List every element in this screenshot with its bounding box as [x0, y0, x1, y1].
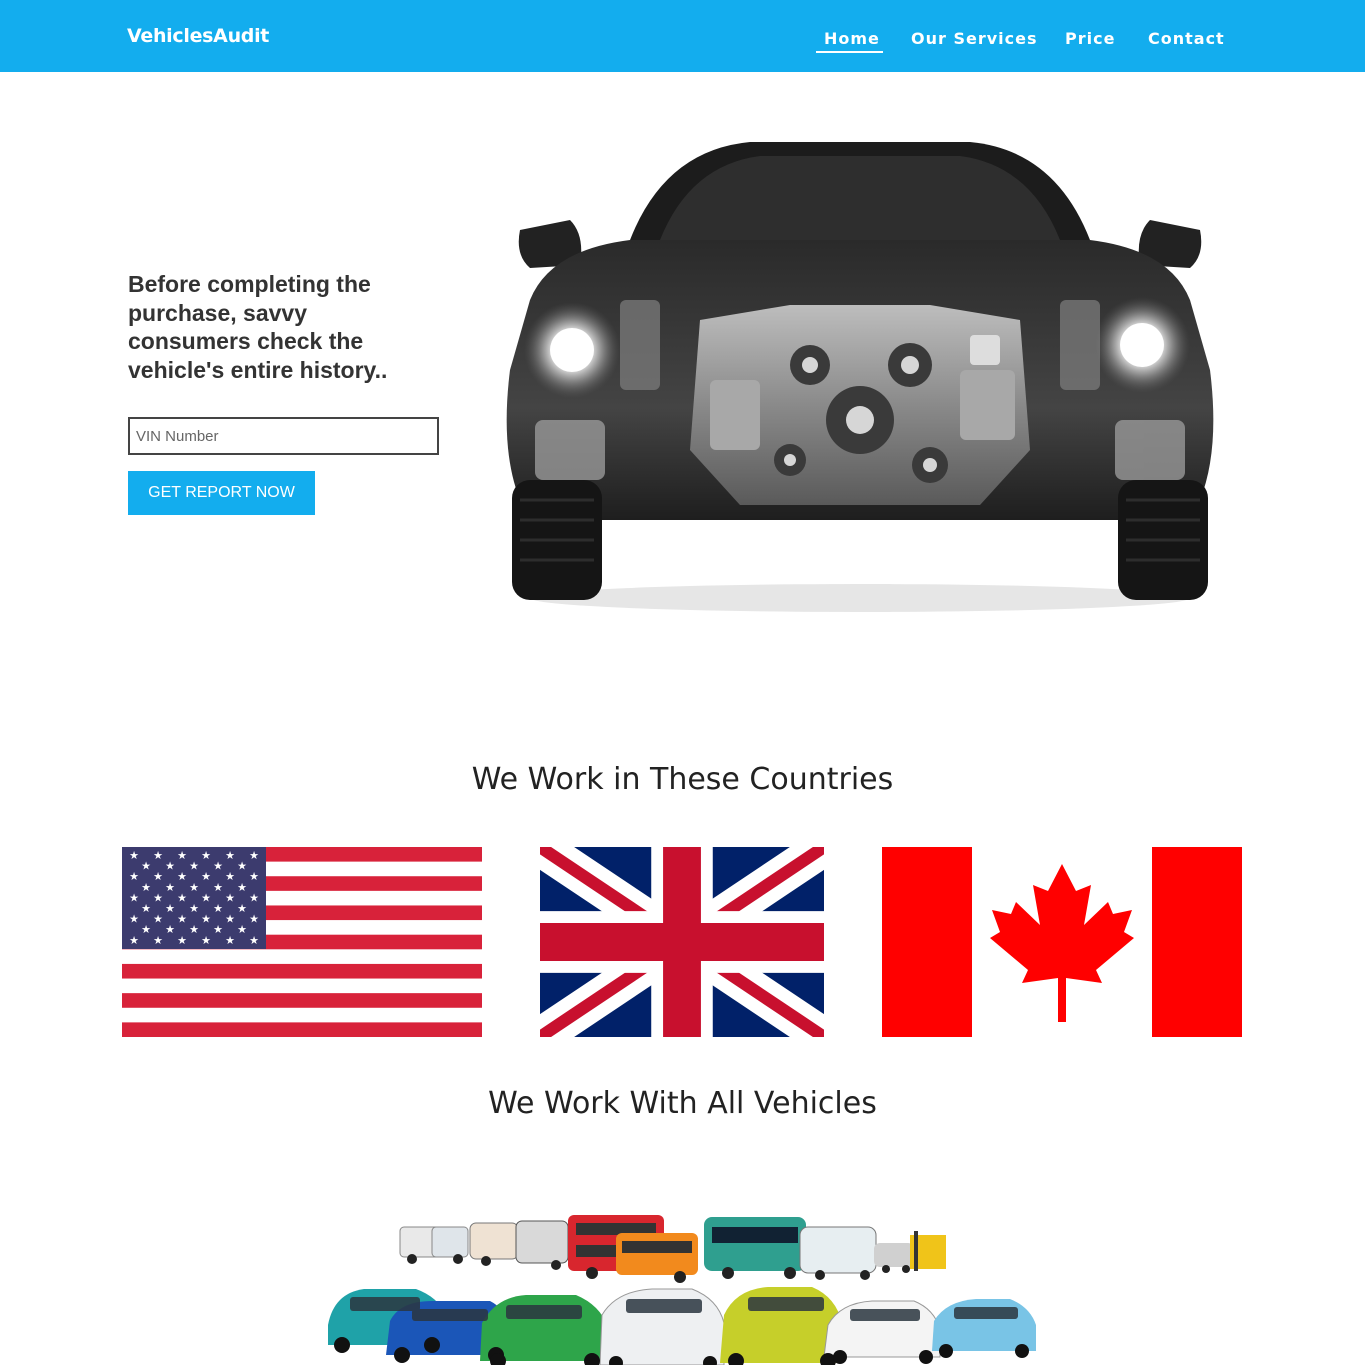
- svg-text:★: ★: [201, 891, 211, 904]
- svg-text:★: ★: [141, 923, 151, 936]
- svg-text:★: ★: [165, 881, 175, 894]
- svg-text:★: ★: [201, 870, 211, 883]
- svg-text:★: ★: [165, 860, 175, 873]
- hero-headline: Before completing the purchase, savvy co…: [128, 271, 388, 384]
- countries-section-title: We Work in These Countries: [471, 762, 894, 797]
- svg-text:★: ★: [153, 891, 163, 904]
- svg-text:★: ★: [177, 870, 187, 883]
- svg-text:★: ★: [225, 913, 235, 926]
- svg-text:★: ★: [189, 902, 199, 915]
- svg-text:★: ★: [225, 849, 235, 862]
- svg-text:★: ★: [189, 923, 199, 936]
- svg-text:★: ★: [201, 934, 211, 947]
- svg-text:★: ★: [201, 913, 211, 926]
- svg-text:★: ★: [249, 891, 259, 904]
- svg-text:★: ★: [153, 934, 163, 947]
- svg-text:★: ★: [213, 860, 223, 873]
- svg-text:★: ★: [141, 860, 151, 873]
- svg-text:★: ★: [129, 870, 139, 883]
- us-flag: ★ ★ ★ ★ ★ ★★ ★ ★ ★ ★★ ★ ★ ★ ★ ★★ ★ ★ ★ ★★ ★ ★ ★ ★ ★★ ★ ★ ★ ★★ ★ ★ ★ ★ ★★…: [122, 847, 482, 1037]
- svg-text:★: ★: [249, 913, 259, 926]
- svg-text:★: ★: [189, 881, 199, 894]
- svg-text:★: ★: [153, 849, 163, 862]
- svg-text:★: ★: [249, 849, 259, 862]
- get-report-button[interactable]: GET REPORT NOW: [128, 471, 315, 515]
- svg-text:★: ★: [165, 902, 175, 915]
- svg-text:★: ★: [237, 860, 247, 873]
- car-engine-xray-image: [506, 142, 1214, 612]
- svg-text:★: ★: [213, 881, 223, 894]
- svg-text:★: ★: [153, 870, 163, 883]
- svg-text:★: ★: [141, 902, 151, 915]
- svg-text:★: ★: [129, 849, 139, 862]
- vehicles-section-title: We Work With All Vehicles: [488, 1086, 877, 1121]
- svg-text:★: ★: [177, 913, 187, 926]
- nav-our-services-link[interactable]: Our Services: [911, 29, 1038, 48]
- svg-text:★: ★: [177, 891, 187, 904]
- svg-text:★: ★: [213, 902, 223, 915]
- uk-flag: [540, 847, 824, 1037]
- nav-contact-link[interactable]: Contact: [1148, 29, 1225, 48]
- brand-logo[interactable]: VehiclesAudit: [127, 25, 269, 47]
- svg-text:★: ★: [249, 934, 259, 947]
- svg-text:★: ★: [237, 923, 247, 936]
- svg-text:★: ★: [129, 913, 139, 926]
- vehicle-fleet-image: [328, 1215, 1036, 1365]
- svg-text:★: ★: [213, 923, 223, 936]
- svg-text:★: ★: [177, 849, 187, 862]
- svg-text:★: ★: [129, 891, 139, 904]
- nav-price-link[interactable]: Price: [1065, 29, 1115, 48]
- svg-text:★: ★: [249, 870, 259, 883]
- svg-text:★: ★: [165, 923, 175, 936]
- svg-text:★: ★: [129, 934, 139, 947]
- svg-text:★: ★: [177, 934, 187, 947]
- svg-text:★: ★: [153, 913, 163, 926]
- svg-text:★: ★: [225, 870, 235, 883]
- svg-text:★: ★: [141, 881, 151, 894]
- nav-active-indicator: [816, 51, 883, 53]
- nav-home-link[interactable]: Home: [824, 29, 880, 48]
- svg-text:★: ★: [225, 891, 235, 904]
- vin-number-input[interactable]: [128, 417, 439, 455]
- svg-text:★: ★: [201, 849, 211, 862]
- svg-text:★: ★: [237, 881, 247, 894]
- svg-text:★: ★: [237, 902, 247, 915]
- svg-text:★: ★: [189, 860, 199, 873]
- navbar: VehiclesAudit Home Our Services Price Co…: [0, 0, 1365, 72]
- svg-text:★: ★: [225, 934, 235, 947]
- canada-flag: [882, 847, 1242, 1037]
